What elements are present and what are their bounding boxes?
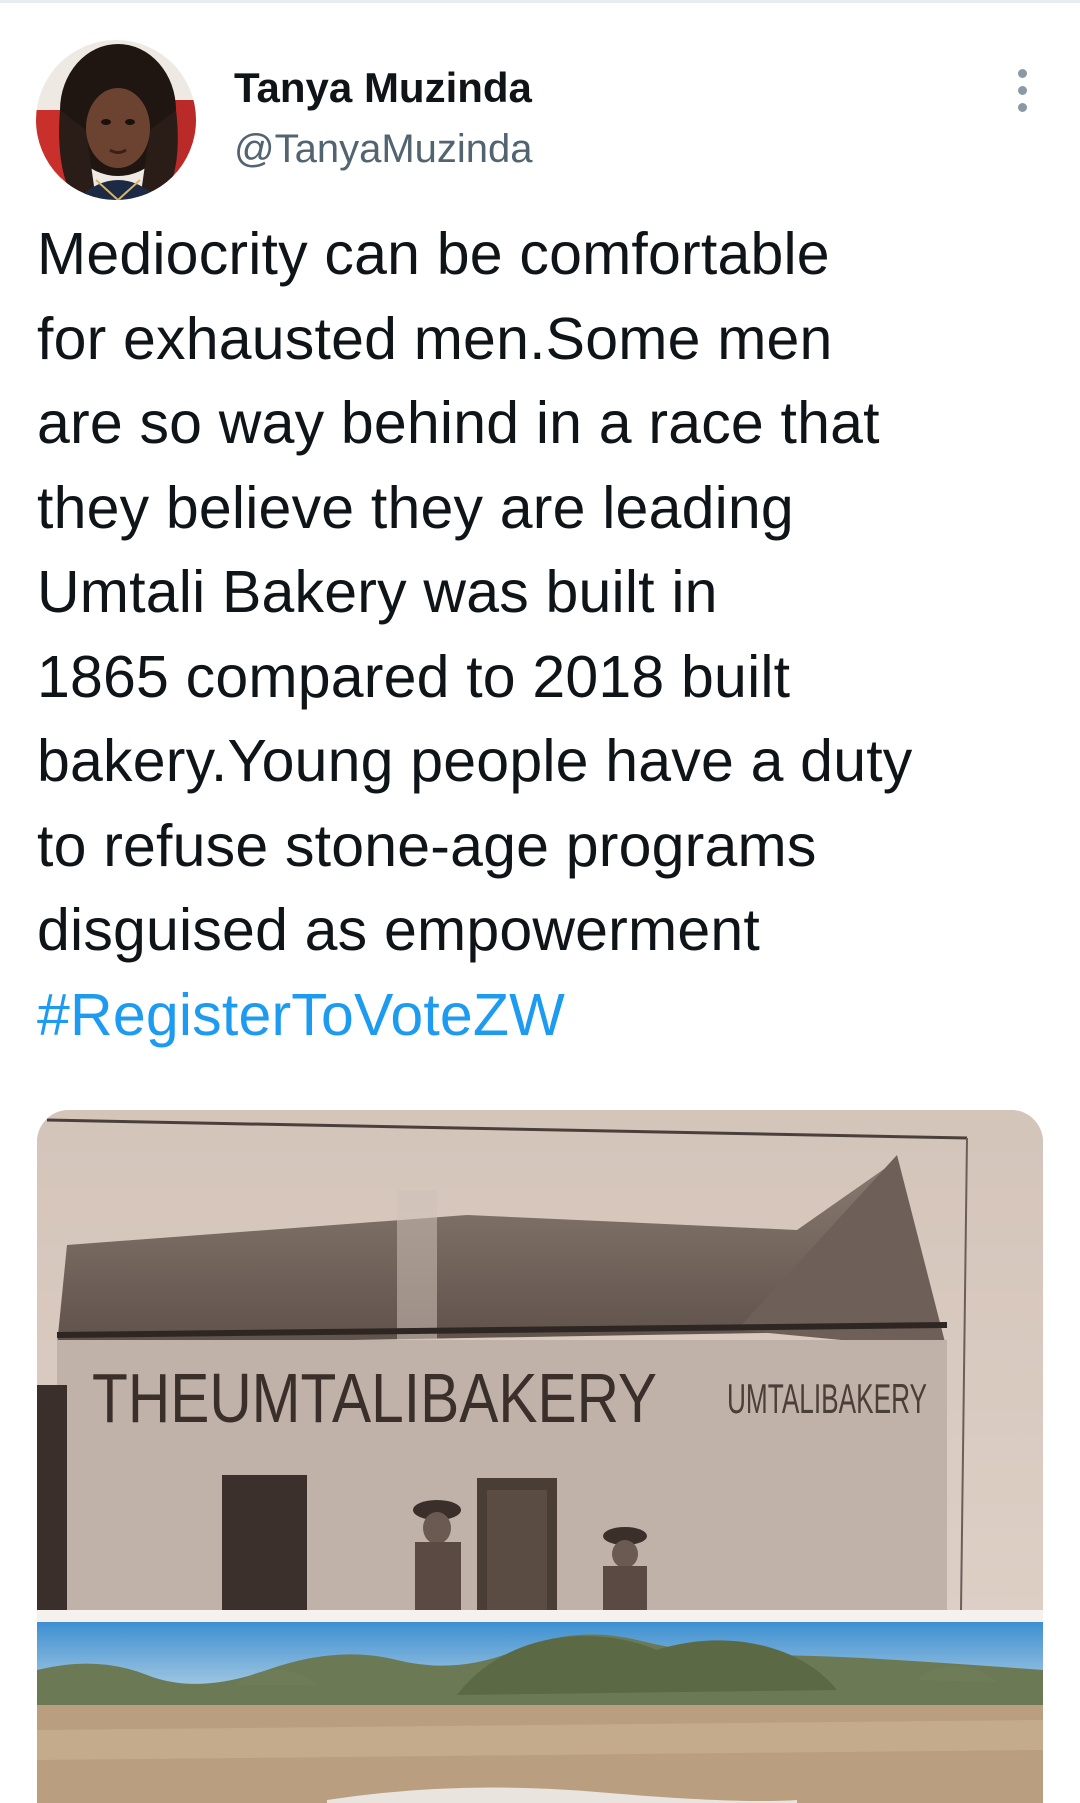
- tweet-text-line: disguised as empowerment: [37, 897, 760, 963]
- tweet-text-line: they believe they are leading: [37, 474, 794, 541]
- author-info: Tanya Muzinda @TanyaMuzinda: [234, 62, 533, 174]
- tweet-text: Mediocrity can be comfortable for exhaus…: [37, 212, 1047, 1057]
- sign-text-side: UMTALIBAKERY: [727, 1375, 927, 1422]
- tweet-text-line: 1865 compared to 2018 built: [37, 643, 791, 710]
- more-options-button[interactable]: [1000, 60, 1044, 120]
- tweet-text-line: to refuse stone-age programs: [37, 812, 817, 879]
- hashtag-link[interactable]: #RegisterToVoteZW: [37, 973, 1047, 1058]
- author-display-name[interactable]: Tanya Muzinda: [234, 62, 533, 114]
- tweet-text-line: for exhausted men.Some men: [37, 305, 833, 372]
- more-vertical-icon: [1017, 68, 1027, 78]
- more-vertical-icon: [1017, 102, 1027, 112]
- tweet-media-image[interactable]: THEUMTALIBAKERY UMTALIBAKERY: [37, 1110, 1043, 1803]
- tweet-card: Tanya Muzinda @TanyaMuzinda Mediocrity c…: [0, 0, 1080, 1803]
- author-avatar[interactable]: [36, 40, 196, 200]
- sign-text-main: THEUMTALIBAKERY: [92, 1359, 657, 1437]
- tweet-text-line: Mediocrity can be comfortable: [37, 221, 830, 287]
- tweet-text-line: bakery.Young people have a duty: [37, 728, 913, 794]
- author-handle[interactable]: @TanyaMuzinda: [234, 124, 533, 174]
- more-vertical-icon: [1017, 85, 1027, 95]
- tweet-text-line: are so way behind in a race that: [37, 390, 880, 456]
- tweet-text-line: Umtali Bakery was built in: [37, 559, 718, 625]
